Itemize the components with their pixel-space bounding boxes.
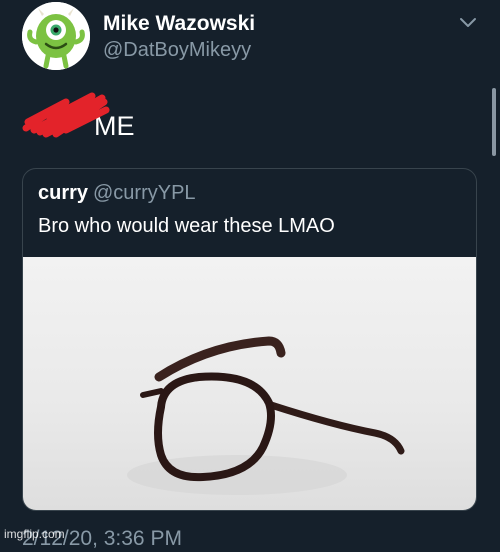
quoted-author-handle[interactable]: @curryYPL [93,181,196,205]
chevron-down-icon [460,18,476,27]
quoted-tweet-card[interactable]: curry @curryYPL Bro who would wear these… [22,168,477,511]
author-name[interactable]: Mike Wazowski [103,11,255,37]
author-avatar[interactable] [22,2,90,70]
scrollbar-thumb[interactable] [492,88,496,156]
imgflip-watermark: imgflip.com [4,527,65,541]
quoted-author-name[interactable]: curry [38,181,88,205]
quoted-tweet-text: Bro who would wear these LMAO [38,215,335,237]
red-scribble-censor [22,92,110,138]
author-handle[interactable]: @DatBoyMikeyy [103,38,251,62]
tweet-menu-button[interactable] [458,16,478,30]
quoted-tweet-image[interactable] [23,257,476,510]
mike-wazowski-avatar-icon [22,2,90,70]
glasses-photo-icon [127,336,405,495]
